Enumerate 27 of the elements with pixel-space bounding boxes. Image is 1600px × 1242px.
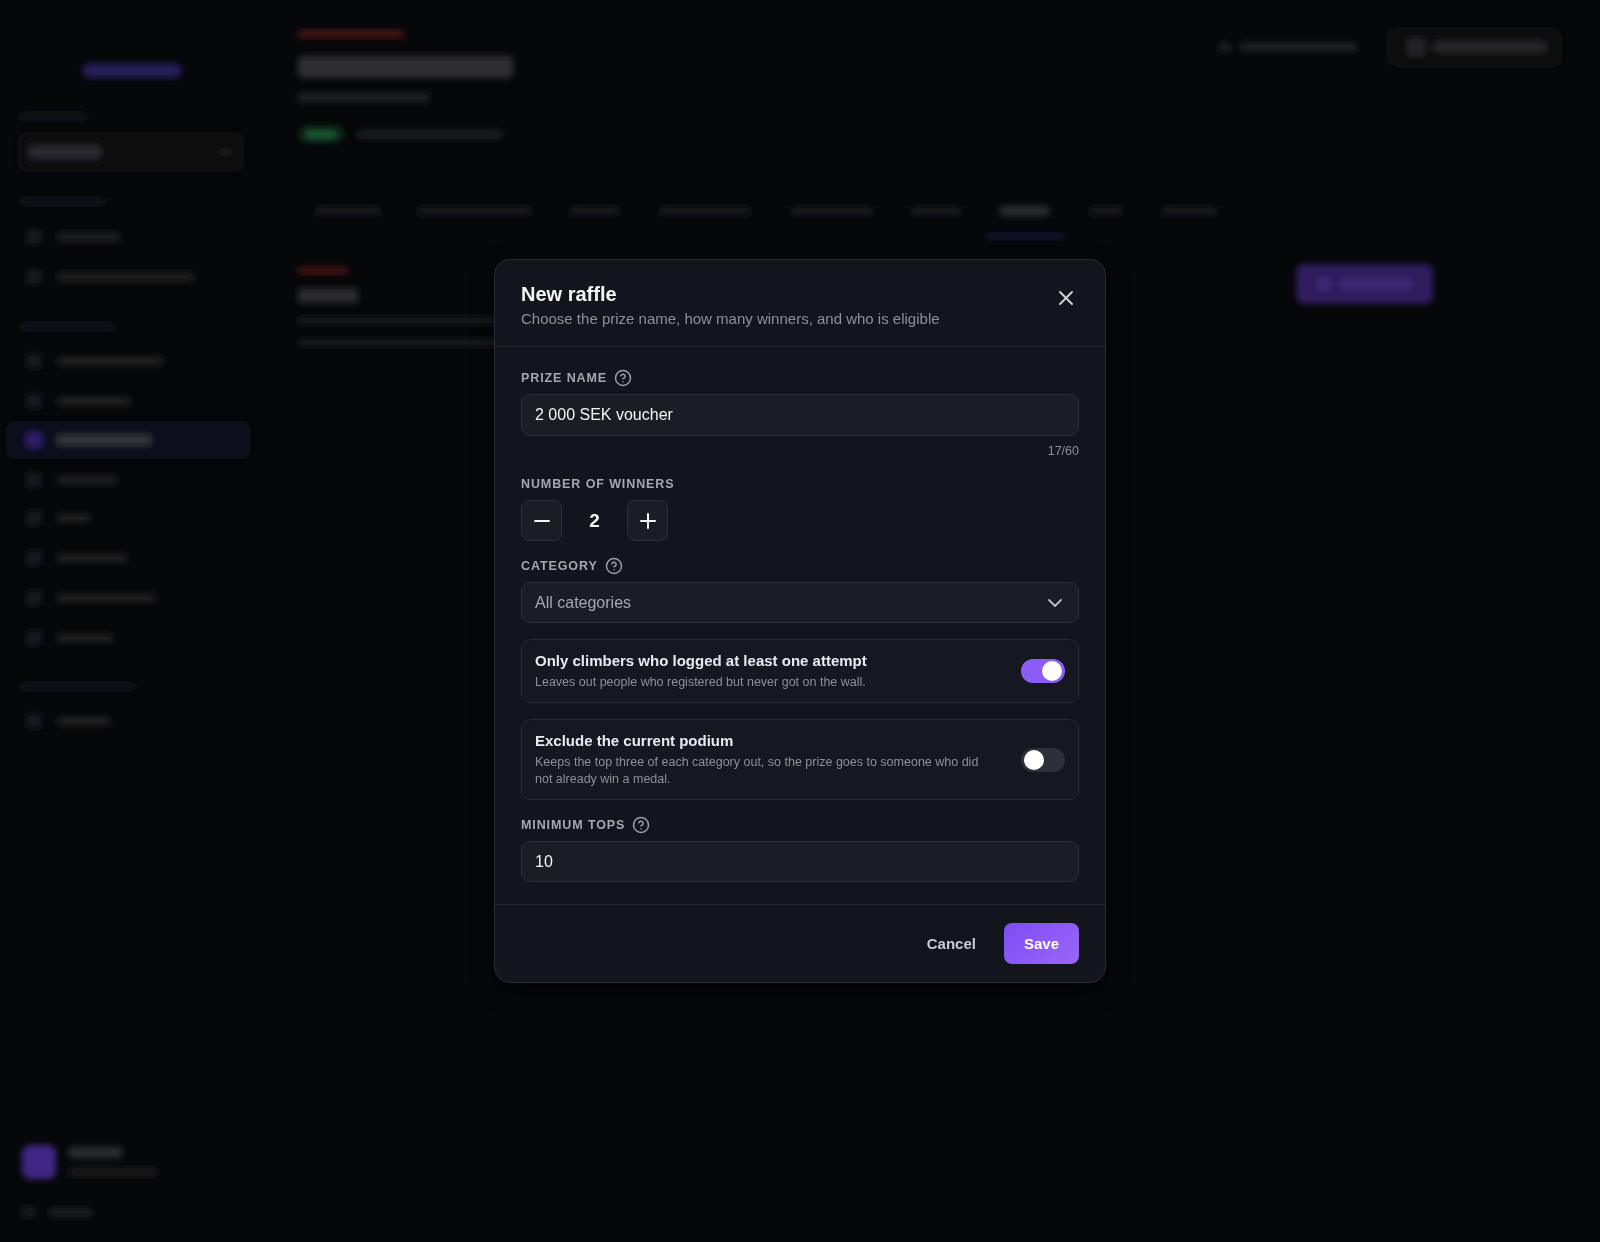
dialog-subtitle: Choose the prize name, how many winners, and who is eligible [521, 309, 940, 329]
minus-icon [533, 519, 550, 522]
cancel-button[interactable]: Cancel [910, 923, 992, 964]
input-field[interactable]: 10 [521, 841, 1079, 882]
close-icon [1059, 291, 1073, 305]
field-label: CATEGORY [521, 558, 598, 575]
option-title: Exclude the current podium [535, 731, 735, 751]
toggle-switch[interactable] [1021, 659, 1065, 683]
toggle-switch[interactable] [1021, 747, 1065, 772]
field-label: PRIZE NAME [521, 370, 608, 387]
category-select[interactable]: All categories [521, 582, 1079, 623]
option-title: Only climbers who logged at least one attempt [535, 651, 868, 671]
help-icon[interactable] [614, 369, 633, 387]
option-description: Leaves out people who registered but never got on the wall. [535, 674, 867, 691]
input-field[interactable]: 2 000 SEK voucher [521, 394, 1079, 436]
field-label: NUMBER OF WINNERS [521, 476, 675, 493]
winners-count: 2 [588, 509, 601, 532]
increase-button[interactable] [627, 500, 668, 541]
chevron-down-icon [1048, 598, 1062, 607]
character-counter: 17/60 [1047, 443, 1079, 459]
help-icon[interactable] [604, 557, 623, 575]
dialog-title: New raffle [521, 282, 618, 306]
help-icon[interactable] [632, 816, 651, 834]
field-label: MINIMUM TOPS [521, 817, 626, 834]
option-description: Keeps the top three of each category out, so the prize goes to someone who did not already win a medal. [535, 754, 980, 788]
plus-icon [639, 512, 656, 529]
save-button[interactable]: Save [1003, 923, 1079, 964]
